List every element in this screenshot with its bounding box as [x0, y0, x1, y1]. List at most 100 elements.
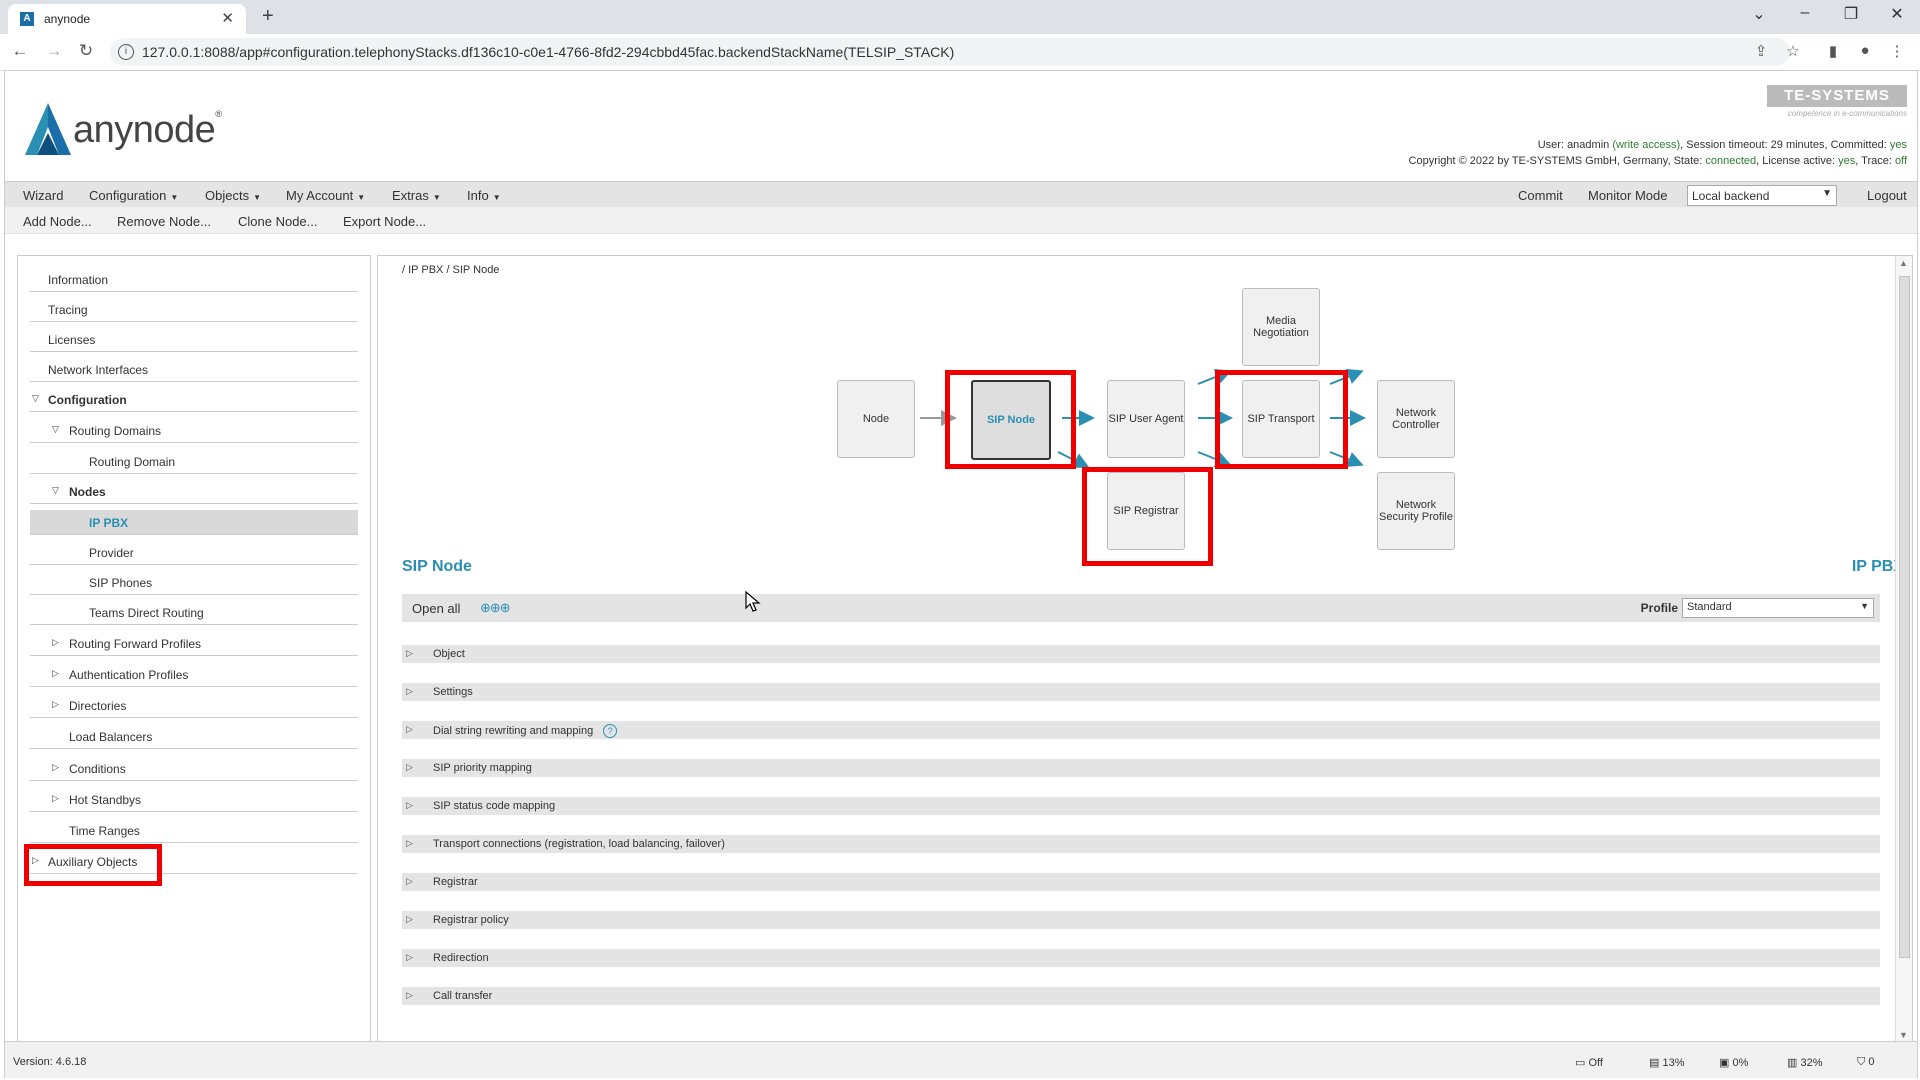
- section-registrar-policy[interactable]: ▷ Registrar policy: [402, 911, 1880, 929]
- flow-node-node[interactable]: Node: [837, 380, 915, 458]
- tab-search-icon[interactable]: ⌄: [1744, 4, 1774, 24]
- new-tab-icon[interactable]: +: [262, 5, 274, 28]
- expanded-triangle-icon[interactable]: ▽: [32, 393, 39, 404]
- main-menubar: Wizard Configuration ▼ Objects ▼ My Accoun…: [5, 181, 1917, 208]
- cpu-icon: ▣: [1719, 1057, 1730, 1069]
- nav-authentication-profiles[interactable]: ▷ Authentication Profiles: [30, 662, 358, 687]
- profile-label: Profile: [1640, 601, 1678, 615]
- open-all-button[interactable]: Open all: [412, 601, 460, 616]
- browser-tab[interactable]: A anynode ✕: [8, 4, 246, 34]
- section-sip-priority-mapping[interactable]: ▷ SIP priority mapping: [402, 759, 1880, 777]
- nav-information[interactable]: Information: [30, 267, 358, 292]
- tab-title: anynode: [44, 12, 91, 26]
- nav-sip-phones[interactable]: SIP Phones: [30, 570, 358, 595]
- profile-avatar-icon[interactable]: ●: [1854, 42, 1876, 59]
- nav-time-ranges[interactable]: Time Ranges: [30, 818, 358, 843]
- collapsed-triangle-icon[interactable]: ▷: [52, 668, 59, 679]
- nav-ip-pbx[interactable]: IP PBX: [30, 510, 358, 535]
- collapsed-triangle-icon[interactable]: ▷: [52, 699, 59, 710]
- memory-stat: ▥ 32%: [1787, 1057, 1823, 1069]
- scroll-down-icon[interactable]: ▼: [1899, 1030, 1908, 1040]
- collapsed-triangle-icon[interactable]: ▷: [52, 762, 59, 773]
- collapsed-triangle-icon[interactable]: ▷: [52, 793, 59, 804]
- section-registrar[interactable]: ▷ Registrar: [402, 873, 1880, 891]
- collapsed-triangle-icon[interactable]: ▷: [52, 637, 59, 648]
- browser-menu-icon[interactable]: ⋮: [1886, 42, 1908, 60]
- nav-routing-domains[interactable]: ▽ Routing Domains: [30, 418, 358, 443]
- menu-configuration[interactable]: Configuration ▼: [89, 188, 178, 203]
- nav-directories[interactable]: ▷ Directories: [30, 693, 358, 718]
- section-dial-string-rewriting[interactable]: ▷ Dial string rewriting and mapping?: [402, 721, 1880, 739]
- bookmark-star-icon[interactable]: ☆: [1782, 42, 1804, 60]
- menu-info[interactable]: Info ▼: [467, 188, 501, 203]
- logout-button[interactable]: Logout: [1867, 188, 1907, 203]
- restore-icon[interactable]: ❐: [1836, 4, 1866, 24]
- disk-stat: ▤ 13%: [1649, 1057, 1685, 1069]
- chevron-down-icon: ▼: [1822, 188, 1832, 199]
- help-icon[interactable]: ?: [603, 724, 618, 738]
- nav-routing-domain[interactable]: Routing Domain: [30, 449, 358, 474]
- nav-conditions[interactable]: ▷ Conditions: [30, 756, 358, 781]
- back-icon[interactable]: ←: [8, 41, 32, 61]
- expanded-triangle-icon[interactable]: ▽: [52, 424, 59, 435]
- minimize-icon[interactable]: –: [1790, 4, 1820, 22]
- collapsed-triangle-icon: ▷: [406, 952, 413, 962]
- menu-my-account[interactable]: My Account ▼: [286, 188, 365, 203]
- url-input[interactable]: i 127.0.0.1:8088/app#configuration.telep…: [110, 38, 1790, 66]
- window-close-icon[interactable]: ✕: [1882, 4, 1912, 24]
- backend-select[interactable]: Local backend ▼: [1687, 185, 1837, 206]
- clone-node-button[interactable]: Clone Node...: [238, 214, 318, 229]
- side-panel-icon[interactable]: ▮: [1822, 42, 1844, 60]
- flow-node-media-negotiation[interactable]: Media Negotiation: [1242, 288, 1320, 366]
- highlight-sip-node: [945, 370, 1076, 469]
- export-node-button[interactable]: Export Node...: [343, 214, 426, 229]
- flow-node-sip-user-agent[interactable]: SIP User Agent: [1107, 380, 1185, 458]
- site-info-icon[interactable]: i: [118, 44, 134, 60]
- collapsed-triangle-icon: ▷: [406, 686, 413, 696]
- scrollbar-thumb[interactable]: [1899, 276, 1910, 958]
- nav-licenses[interactable]: Licenses: [30, 327, 358, 352]
- nav-routing-forward-profiles[interactable]: ▷ Routing Forward Profiles: [30, 631, 358, 656]
- nav-nodes[interactable]: ▽ Nodes: [30, 479, 358, 504]
- nav-network-interfaces[interactable]: Network Interfaces: [30, 357, 358, 382]
- nav-teams-direct-routing[interactable]: Teams Direct Routing: [30, 600, 358, 625]
- main-scrollbar[interactable]: ▲ ▼: [1895, 256, 1912, 1042]
- reload-icon[interactable]: ↻: [74, 41, 98, 61]
- flow-node-network-controller[interactable]: Network Controller: [1377, 380, 1455, 458]
- scroll-up-icon[interactable]: ▲: [1899, 258, 1908, 268]
- section-call-transfer[interactable]: ▷ Call transfer: [402, 987, 1880, 1005]
- section-settings[interactable]: ▷ Settings: [402, 683, 1880, 701]
- nav-provider[interactable]: Provider: [30, 540, 358, 565]
- monitor-icon: ▭: [1575, 1057, 1586, 1069]
- nav-configuration[interactable]: ▽ Configuration: [30, 387, 358, 412]
- nav-hot-standbys[interactable]: ▷ Hot Standbys: [30, 787, 358, 812]
- forward-icon[interactable]: →: [42, 41, 66, 61]
- nav-tracing[interactable]: Tracing: [30, 297, 358, 322]
- profile-select[interactable]: Standard ▼: [1682, 598, 1874, 618]
- collapsed-triangle-icon: ▷: [406, 838, 413, 848]
- share-icon[interactable]: ⇪: [1750, 42, 1772, 60]
- remove-node-button[interactable]: Remove Node...: [117, 214, 211, 229]
- section-redirection[interactable]: ▷ Redirection: [402, 949, 1880, 967]
- expanded-triangle-icon[interactable]: ▽: [52, 485, 59, 496]
- section-sip-status-code-mapping[interactable]: ▷ SIP status code mapping: [402, 797, 1880, 815]
- section-transport-connections[interactable]: ▷ Transport connections (registration, lo…: [402, 835, 1880, 853]
- expand-levels-icon[interactable]: ⊕⊕⊕: [480, 600, 511, 616]
- section-title: SIP Node: [402, 558, 472, 575]
- add-node-button[interactable]: Add Node...: [23, 214, 92, 229]
- te-systems-logo: TE-SYSTEMS: [1767, 85, 1907, 107]
- flow-node-network-security-profile[interactable]: Network Security Profile: [1377, 472, 1455, 550]
- menu-objects[interactable]: Objects ▼: [205, 188, 261, 203]
- anynode-wordmark: anynode®: [73, 109, 222, 151]
- highlight-sip-registrar: [1082, 467, 1213, 566]
- anynode-logo-icon: [25, 103, 71, 155]
- close-tab-icon[interactable]: ✕: [221, 9, 234, 27]
- nav-load-balancers[interactable]: Load Balancers: [30, 724, 358, 749]
- collapsed-triangle-icon: ▷: [406, 990, 413, 1000]
- version-text: Version: 4.6.18: [13, 1056, 87, 1068]
- menu-extras[interactable]: Extras ▼: [392, 188, 441, 203]
- menu-wizard[interactable]: Wizard: [23, 188, 63, 203]
- commit-button[interactable]: Commit: [1518, 188, 1563, 203]
- section-object[interactable]: ▷ Object: [402, 645, 1880, 663]
- monitor-mode-button[interactable]: Monitor Mode: [1588, 188, 1667, 203]
